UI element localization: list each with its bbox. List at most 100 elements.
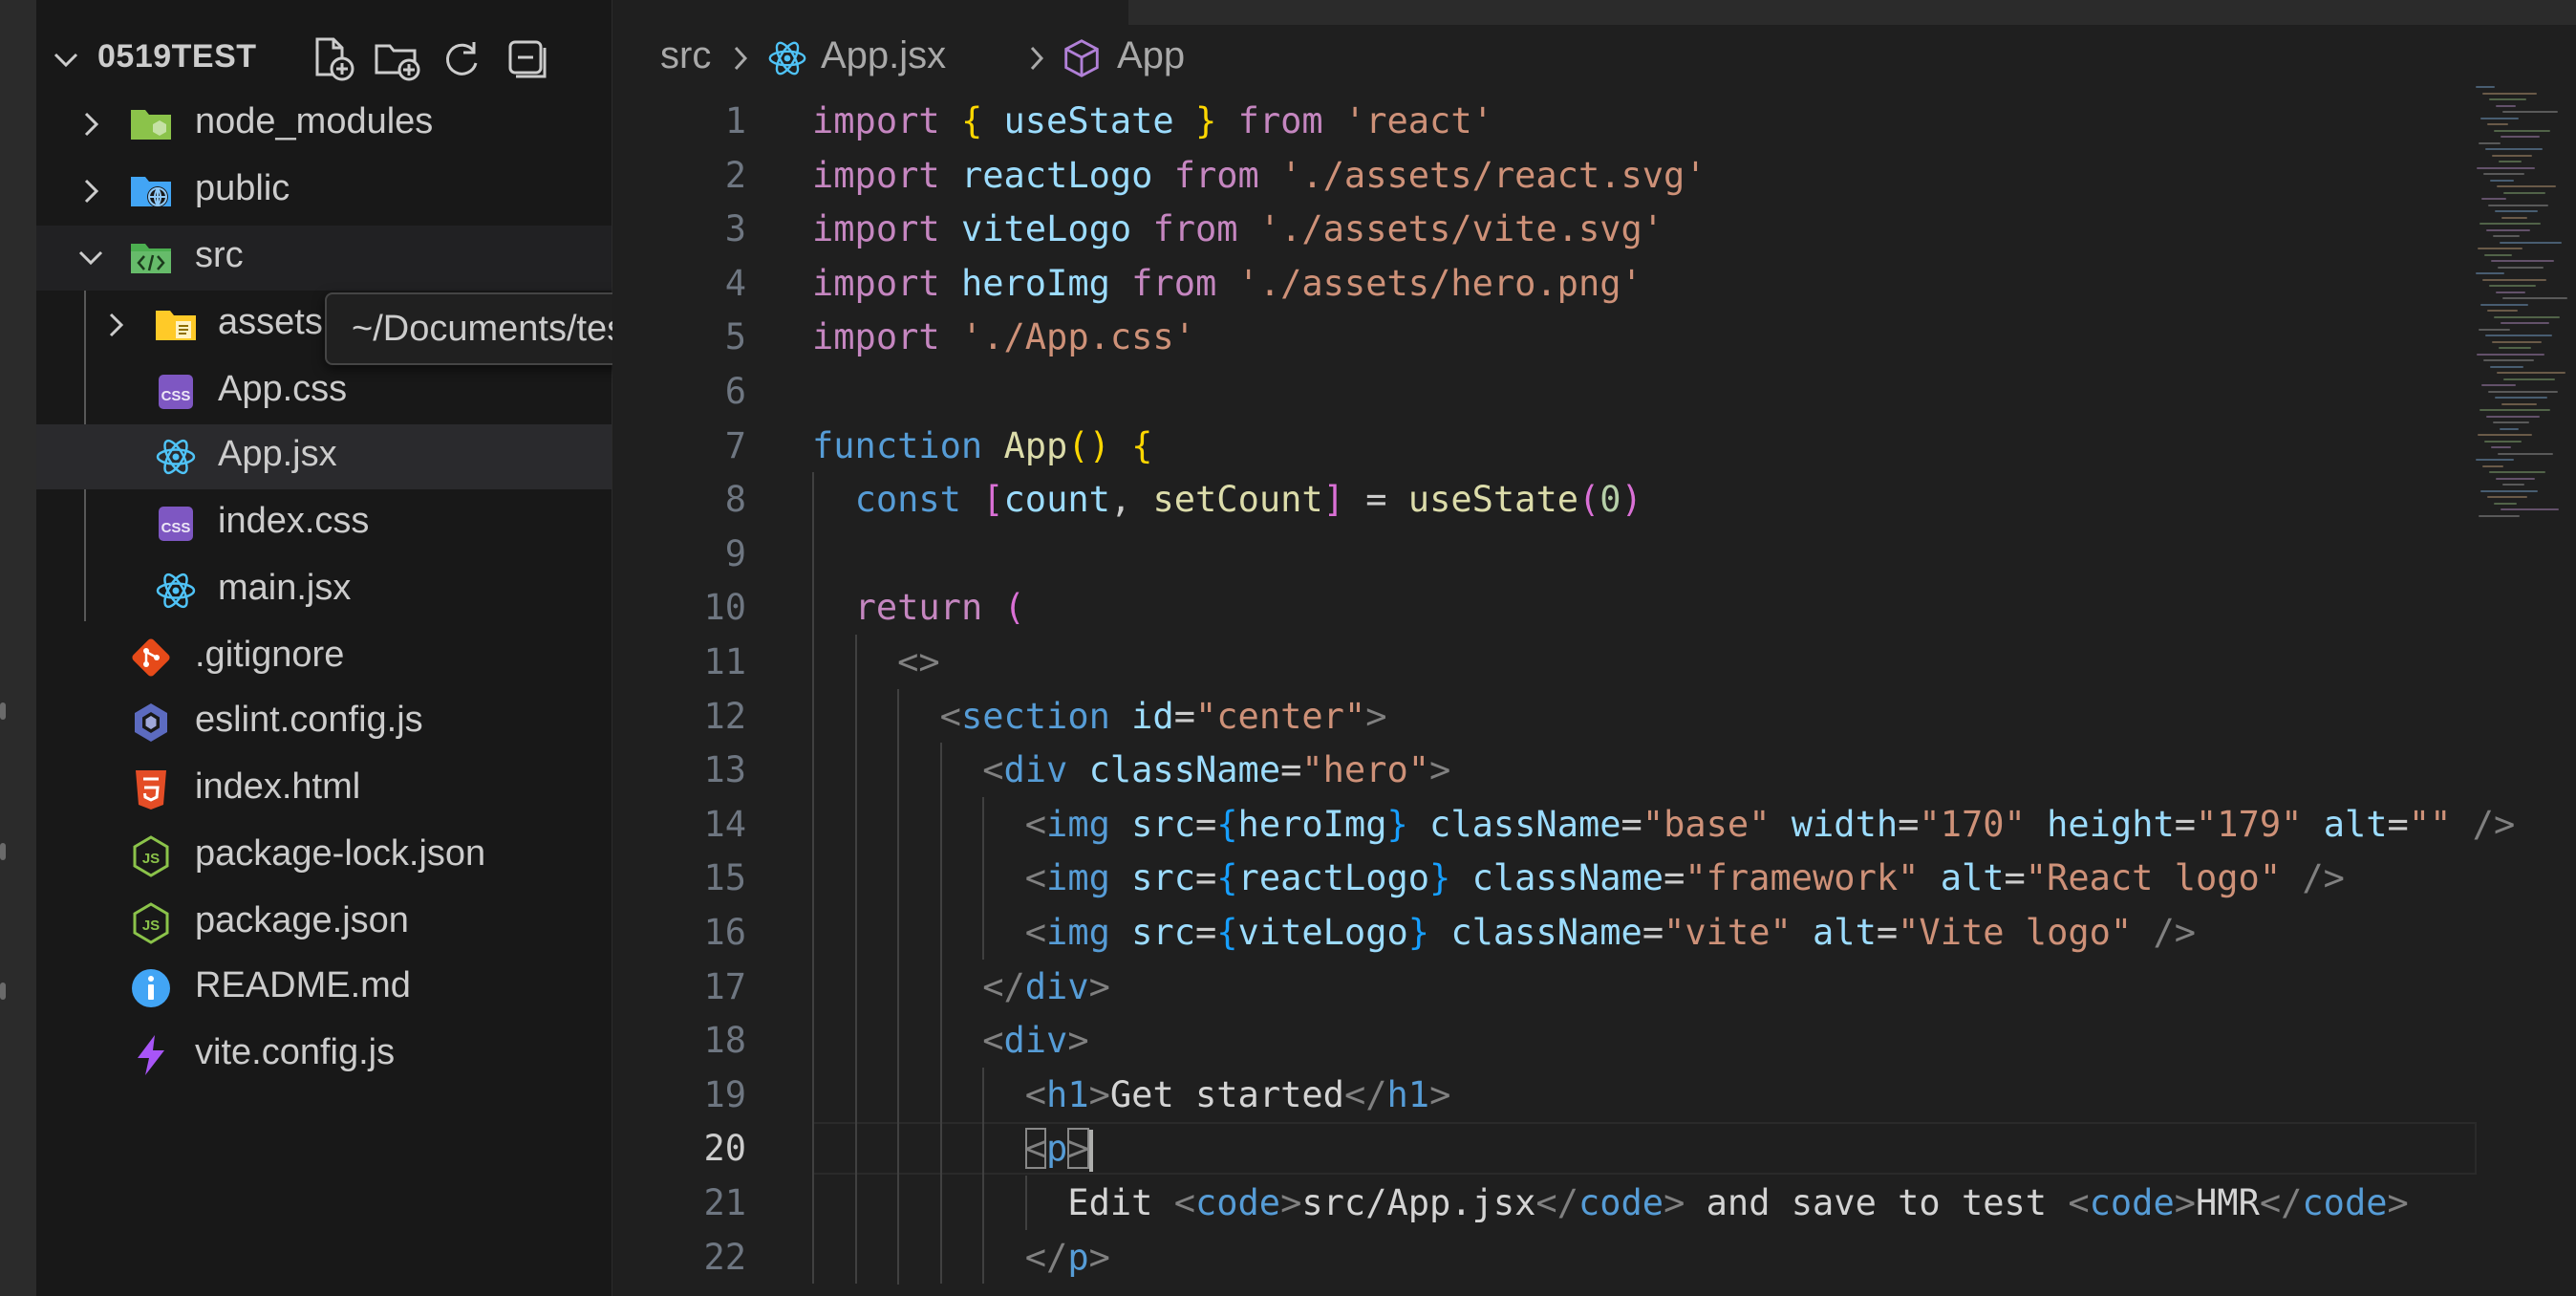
code-editor[interactable]: src App.jsx App 1 import { useState } fro… (612, 0, 2576, 1296)
minimap[interactable] (2476, 86, 2567, 564)
minimap-line (2479, 223, 2541, 225)
tab-scrollbar[interactable] (1128, 0, 2576, 25)
tree-item-readme[interactable]: README.md (36, 956, 612, 1021)
minimap-line (2493, 421, 2529, 423)
code-line[interactable]: 17 </div> (612, 960, 2476, 1014)
code-line[interactable]: 3 import viteLogo from './assets/vite.svg… (612, 202, 2476, 256)
tree-item-eslint-config[interactable]: eslint.config.js (36, 690, 612, 755)
explorer-header[interactable]: 0519TEST (36, 29, 612, 90)
code-line[interactable]: 6 (612, 364, 2476, 419)
line-number: 1 (724, 100, 746, 141)
nodejs-file-icon: JS (133, 902, 169, 944)
tree-item-app-jsx[interactable]: App.jsx (36, 424, 612, 489)
code-line[interactable]: 1 import { useState } from 'react' (612, 94, 2476, 148)
tree-item-index-html[interactable]: index.html (36, 757, 612, 822)
minimap-line (2501, 402, 2537, 405)
refresh-icon[interactable] (438, 34, 485, 82)
minimap-line (2484, 440, 2522, 443)
minimap-line (2497, 185, 2556, 187)
code-line[interactable]: 5 import './App.css' (612, 310, 2476, 364)
minimap-line (2476, 86, 2495, 88)
code-line[interactable]: 2 import reactLogo from './assets/react.s… (612, 148, 2476, 203)
tree-item-package-lock[interactable]: JS package-lock.json (36, 824, 612, 889)
line-number: 22 (703, 1237, 746, 1278)
svg-text:JS: JS (142, 851, 160, 867)
minimap-line (2487, 123, 2508, 125)
code-line[interactable]: 14 <img src={heroImg} className="base" w… (612, 797, 2515, 852)
code-line[interactable]: 12 <section id="center"> (612, 689, 2476, 744)
code-line[interactable]: 20 <p> (612, 1121, 2477, 1176)
code-line[interactable]: 7 function App() { (612, 419, 2476, 473)
chevron-down-icon[interactable] (50, 44, 82, 76)
line-number: 13 (703, 749, 746, 790)
code-line[interactable]: 4 import heroImg from './assets/hero.png' (612, 256, 2476, 311)
minimap-line (2494, 502, 2517, 505)
code-text: <div> (982, 1020, 1089, 1061)
minimap-line (2481, 384, 2516, 386)
minimap-line (2489, 471, 2545, 473)
code-text: import './App.css' (812, 316, 1195, 357)
code-text: </p> (1024, 1237, 1110, 1278)
css-file-icon: CSS (159, 507, 193, 541)
code-text: <> (897, 641, 940, 682)
new-file-icon[interactable] (308, 34, 355, 82)
minimap-line (2501, 216, 2527, 219)
code-line[interactable]: 16 <img src={viteLogo} className="vite" … (612, 905, 2476, 960)
minimap-line (2490, 179, 2514, 182)
code-text: <h1>Get started</h1> (1024, 1074, 1451, 1115)
breadcrumb-symbol[interactable]: App (1117, 34, 1185, 77)
tree-item-index-css[interactable]: CSS index.css (36, 491, 612, 556)
code-line[interactable]: 19 <h1>Get started</h1> (612, 1068, 2476, 1122)
tree-item-node-modules[interactable]: node_modules (36, 92, 612, 157)
tree-item-public[interactable]: public (36, 159, 612, 224)
tree-item-app-css[interactable]: CSS App.css (36, 359, 612, 424)
code-line[interactable]: 8 const [count, setCount] = useState(0) (612, 472, 2476, 527)
activity-marker (0, 983, 6, 1000)
folder-src-icon (131, 244, 171, 273)
tree-item-vite-config[interactable]: vite.config.js (36, 1023, 612, 1088)
minimap-line (2478, 434, 2532, 436)
minimap-line (2501, 508, 2559, 510)
new-folder-icon[interactable] (373, 34, 420, 82)
indent-guide (812, 472, 814, 1284)
code-text: import heroImg from './assets/hero.png' (812, 263, 1642, 304)
chevron-right-icon (734, 46, 748, 71)
code-text: <img src={heroImg} className="base" widt… (1024, 804, 2516, 845)
code-line[interactable]: 21 Edit <code>src/App.jsx</code> and sav… (612, 1176, 2476, 1230)
html-file-icon (136, 770, 166, 810)
code-line[interactable]: 11 <> (612, 635, 2476, 689)
line-number: 14 (703, 804, 746, 845)
breadcrumb-folder[interactable]: src (660, 34, 711, 77)
nodejs-file-icon: JS (133, 835, 169, 877)
minimap-line (2476, 459, 2514, 461)
code-line[interactable]: 9 (612, 527, 2476, 581)
minimap-line (2489, 285, 2536, 287)
minimap-line (2493, 235, 2520, 237)
tree-item-main-jsx[interactable]: main.jsx (36, 558, 612, 623)
minimap-line (2483, 359, 2534, 361)
tree-item-label: package.json (195, 900, 409, 940)
breadcrumb-file[interactable]: App.jsx (821, 34, 946, 77)
info-file-icon (132, 969, 170, 1007)
tree-item-label: src (195, 235, 244, 275)
code-line[interactable]: 10 return ( (612, 580, 2476, 635)
code-text: function App() { (812, 425, 1153, 466)
indent-guide (982, 1068, 985, 1284)
minimap-line (2477, 166, 2535, 169)
code-line[interactable]: 18 <div> (612, 1013, 2476, 1068)
explorer-title: 0519TEST (97, 38, 257, 75)
chevron-right-icon (84, 112, 99, 137)
collapse-all-icon[interactable] (503, 34, 550, 82)
minimap-line (2494, 315, 2560, 318)
tree-item-package-json[interactable]: JS package.json (36, 891, 612, 956)
code-text: <img src={viteLogo} className="vite" alt… (1024, 912, 2197, 953)
tree-item-src[interactable]: src (36, 226, 612, 291)
tree-item-label: vite.config.js (195, 1032, 396, 1072)
tree-item-gitignore[interactable]: .gitignore (36, 625, 612, 690)
tree-item-label: index.html (195, 767, 361, 807)
line-number: 18 (703, 1020, 746, 1061)
code-line[interactable]: 22 </p> (612, 1230, 2476, 1285)
code-line[interactable]: 13 <div className="hero"> (612, 743, 2476, 797)
minimap-line (2486, 228, 2530, 231)
code-line[interactable]: 15 <img src={reactLogo} className="frame… (612, 851, 2476, 905)
